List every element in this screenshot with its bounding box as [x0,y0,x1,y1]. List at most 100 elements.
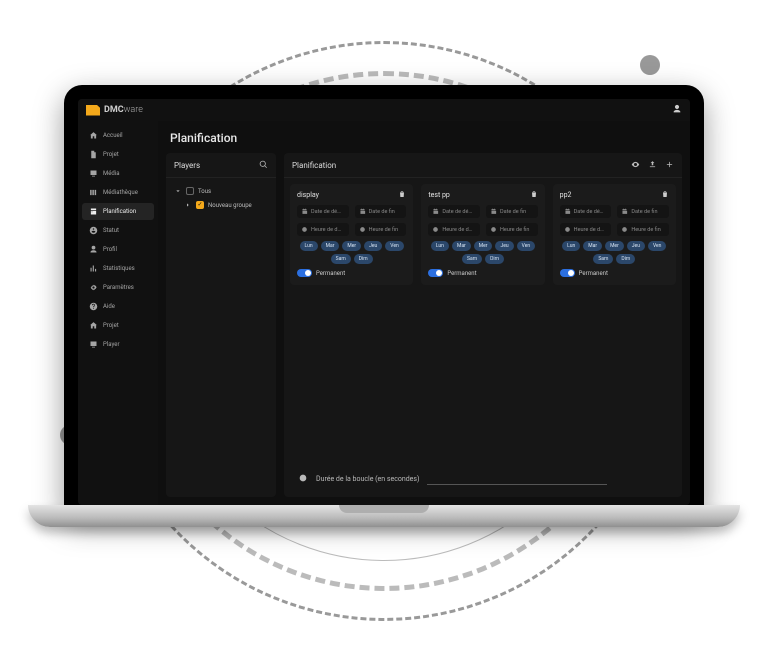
date-end-field[interactable]: Date de fin [617,205,669,218]
laptop-frame: DMCware Accueil Projet Média Médiathèque Pla… [64,85,704,515]
date-start-field[interactable]: Date de dé… [297,205,349,218]
time-start-field[interactable]: Heure de d… [560,223,612,236]
chevron-down-icon [174,187,182,195]
permanent-toggle[interactable] [560,269,575,277]
upload-icon[interactable] [648,160,657,171]
statut-icon [89,226,98,235]
day-chip[interactable]: Jeu [627,241,645,251]
sidebar-item-label: Projet [103,322,119,329]
days-row: LunMarMerJeuVen SamDim [297,241,406,264]
date-end-field[interactable]: Date de fin [486,205,538,218]
sidebar-nav: Accueil Projet Média Médiathèque Planificati… [78,121,158,505]
permanent-label: Permanent [316,270,345,277]
sidebar-item-label: Statistiques [103,265,135,272]
day-chip[interactable]: Lun [300,241,318,251]
planification-panel: Planification displayDate de dé…Date de … [284,153,682,497]
sidebar-item-label: Player [103,341,119,348]
sidebar-item-label: Projet [103,151,119,158]
time-end-field[interactable]: Heure de fin [617,223,669,236]
card-title: test pp [428,191,450,199]
day-chip[interactable]: Dim [485,254,504,264]
day-chip[interactable]: Lun [431,241,449,251]
day-chip[interactable]: Sam [593,254,613,264]
day-chip[interactable]: Dim [354,254,373,264]
days-row: LunMarMerJeuVen SamDim [560,241,669,264]
sidebar-item-label: Planification [103,208,136,215]
folder-icon [86,105,100,116]
sidebar-item-mediatheque[interactable]: Médiathèque [82,184,154,201]
sidebar-item-statut[interactable]: Statut [82,222,154,239]
sidebar-item-projet2[interactable]: Projet [82,317,154,334]
day-chip[interactable]: Mar [583,241,602,251]
sidebar-item-projet[interactable]: Projet [82,146,154,163]
day-chip[interactable]: Jeu [364,241,382,251]
date-end-field[interactable]: Date de fin [355,205,407,218]
card-title: pp2 [560,191,572,199]
day-chip[interactable]: Mar [321,241,340,251]
time-end-field[interactable]: Heure de fin [486,223,538,236]
player-icon [89,340,98,349]
topbar: DMCware [78,99,690,121]
search-icon[interactable] [259,160,268,171]
delete-icon[interactable] [398,190,406,200]
sidebar-item-parametres[interactable]: Paramètres [82,279,154,296]
add-icon[interactable] [665,160,674,171]
tree-root[interactable]: Tous [172,184,270,198]
permanent-label: Permanent [579,270,608,277]
sidebar-item-aide[interactable]: Aide [82,298,154,315]
projet-icon [89,150,98,159]
checkbox[interactable] [186,187,194,195]
time-start-field[interactable]: Heure de d… [297,223,349,236]
permanent-toggle[interactable] [297,269,312,277]
plan-card: displayDate de dé…Date de finHeure de d…… [290,184,413,285]
projet2-icon [89,321,98,330]
delete-icon[interactable] [530,190,538,200]
date-start-field[interactable]: Date de dé… [428,205,480,218]
statistiques-icon [89,264,98,273]
day-chip[interactable]: Ven [385,241,404,251]
day-chip[interactable]: Mer [342,241,361,251]
players-panel-title: Players [174,161,200,170]
tree-row-label: Tous [198,188,211,195]
sidebar-item-profil[interactable]: Profil [82,241,154,258]
day-chip[interactable]: Jeu [495,241,513,251]
day-chip[interactable]: Dim [616,254,635,264]
planification-icon [89,207,98,216]
time-start-field[interactable]: Heure de d… [428,223,480,236]
delete-icon[interactable] [661,190,669,200]
account-icon[interactable] [672,104,682,116]
day-chip[interactable]: Ven [517,241,536,251]
visibility-icon[interactable] [631,160,640,171]
mediatheque-icon [89,188,98,197]
players-panel: Players Tous [166,153,276,497]
laptop-base [28,505,740,527]
sidebar-item-label: Statut [103,227,119,234]
accueil-icon [89,131,98,140]
day-chip[interactable]: Lun [562,241,580,251]
sidebar-item-statistiques[interactable]: Statistiques [82,260,154,277]
time-end-field[interactable]: Heure de fin [355,223,407,236]
plan-card: test pp Date de dé… Date de fin Heure de d…… [421,184,544,285]
chevron-right-icon [184,201,192,209]
sidebar-item-label: Accueil [103,132,123,139]
loop-duration-label: Durée de la boucle (en secondes) [316,475,419,483]
loop-duration-input[interactable] [427,473,607,485]
sidebar-item-player[interactable]: Player [82,336,154,353]
sidebar-item-media[interactable]: Média [82,165,154,182]
tree-group[interactable]: Nouveau groupe [172,198,270,212]
permanent-toggle[interactable] [428,269,443,277]
days-row: LunMarMerJeu Ven SamDim [428,241,537,264]
sidebar-item-planification[interactable]: Planification [82,203,154,220]
checkbox-checked[interactable] [196,201,204,209]
day-chip[interactable]: Mer [474,241,493,251]
day-chip[interactable]: Sam [331,254,351,264]
sidebar-item-label: Paramètres [103,284,134,291]
day-chip[interactable]: Mar [452,241,471,251]
day-chip[interactable]: Sam [462,254,482,264]
sidebar-item-label: Profil [103,246,117,253]
day-chip[interactable]: Mer [605,241,624,251]
sidebar-item-accueil[interactable]: Accueil [82,127,154,144]
date-start-field[interactable]: Date de dé… [560,205,612,218]
brand-logo[interactable]: DMCware [86,105,143,116]
day-chip[interactable]: Ven [648,241,667,251]
